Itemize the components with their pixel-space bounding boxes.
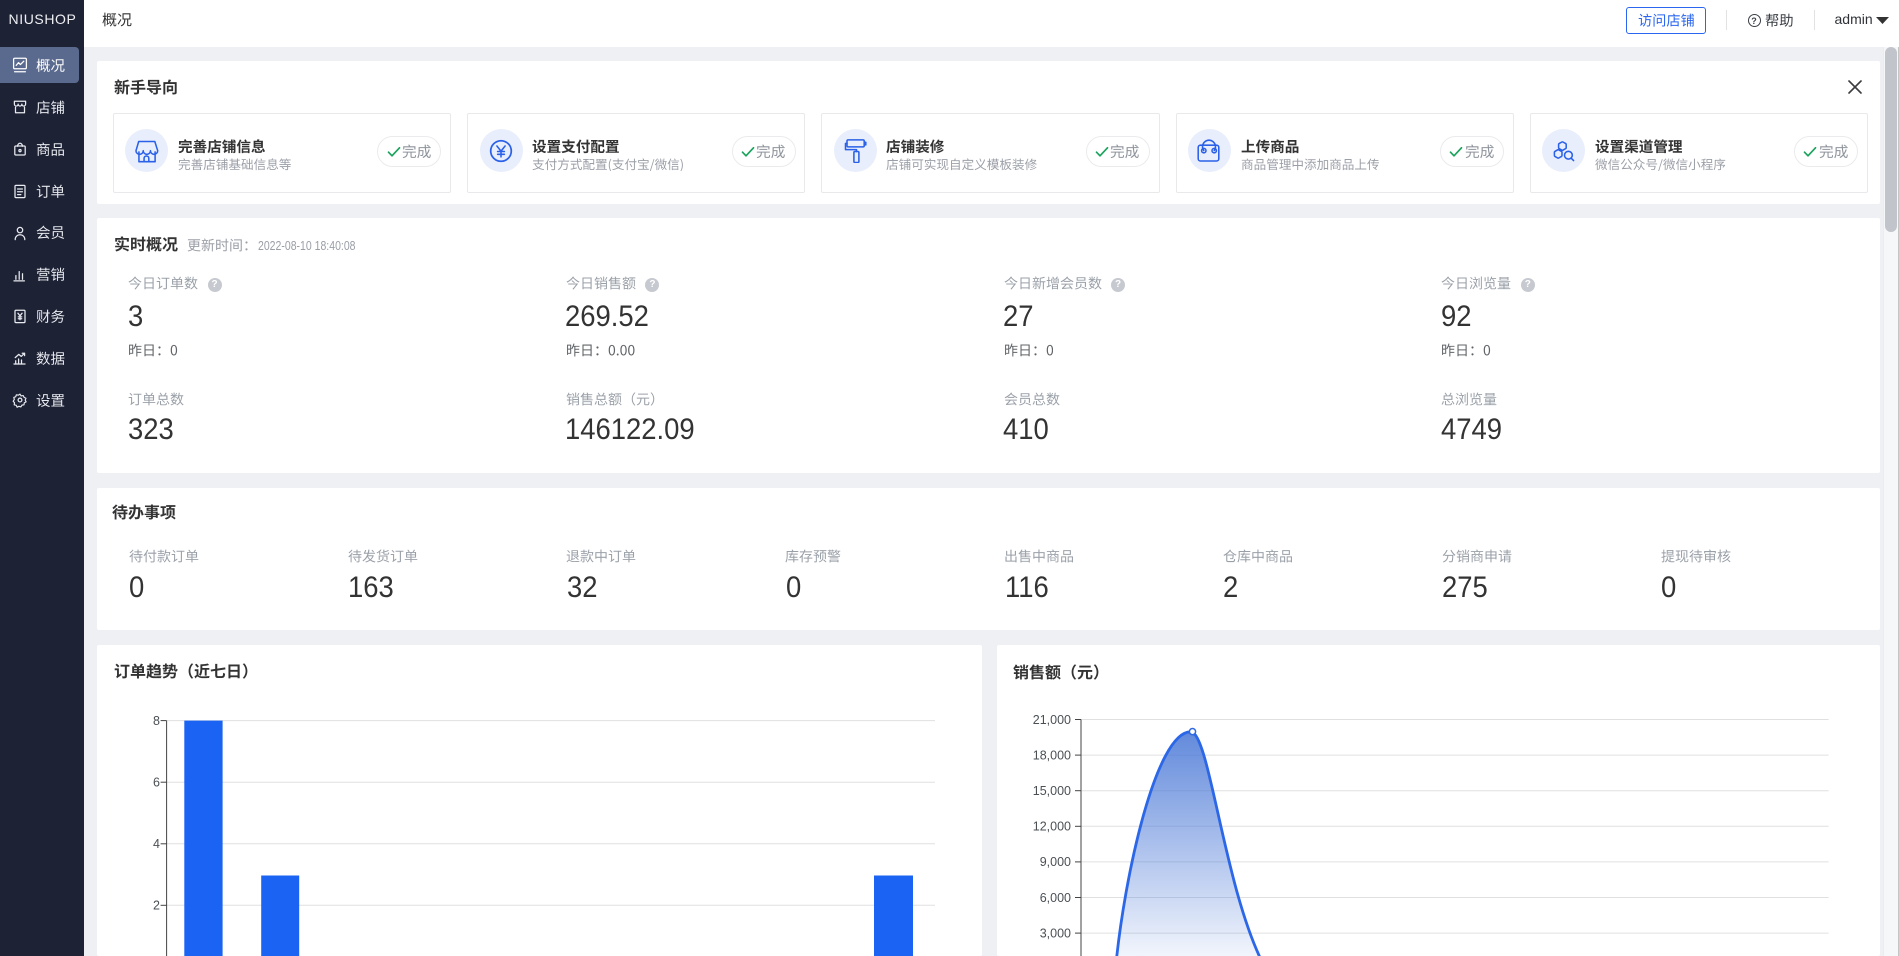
svg-text:12,000: 12,000 bbox=[1033, 820, 1071, 834]
svg-text:21,000: 21,000 bbox=[1033, 713, 1071, 727]
svg-text:15,000: 15,000 bbox=[1033, 784, 1071, 798]
svg-text:9,000: 9,000 bbox=[1040, 855, 1071, 869]
svg-text:2: 2 bbox=[153, 899, 160, 913]
svg-text:6: 6 bbox=[153, 776, 160, 790]
svg-text:18,000: 18,000 bbox=[1033, 748, 1071, 762]
svg-text:4: 4 bbox=[153, 837, 160, 851]
svg-text:8: 8 bbox=[153, 714, 160, 728]
svg-text:3,000: 3,000 bbox=[1040, 926, 1071, 940]
svg-text:6,000: 6,000 bbox=[1040, 891, 1071, 905]
